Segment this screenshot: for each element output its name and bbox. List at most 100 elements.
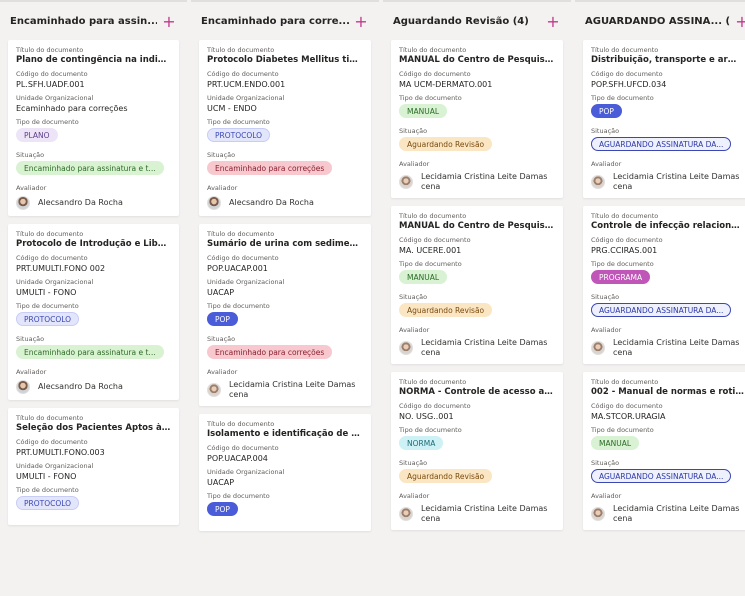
- document-type-tag: POP: [591, 104, 622, 118]
- org-unit-value: UMULTI - FONO: [16, 472, 77, 481]
- column-title: Aguardando Revisão (4): [393, 15, 529, 27]
- status-tag: Encaminhado para correções: [207, 345, 333, 359]
- document-title-label: Título do documento: [399, 46, 467, 54]
- org-unit-label: Unidade Organizacional: [16, 94, 94, 102]
- document-code-label: Código do documento: [207, 444, 279, 452]
- document-type-tag: PLANO: [16, 128, 58, 142]
- document-type-tag: MANUAL: [399, 104, 448, 118]
- document-card[interactable]: Título do documento Controle de infecção …: [583, 206, 745, 364]
- add-card-button[interactable]: +: [161, 12, 177, 31]
- org-unit-label: Unidade Organizacional: [207, 278, 285, 286]
- reviewer-name: Lecidamia Cristina Leite Damas cena: [421, 504, 548, 523]
- document-card[interactable]: Título do documento Seleção dos Pacientes…: [8, 408, 179, 525]
- document-type-tag: MANUAL: [399, 270, 448, 284]
- document-code-label: Código do documento: [399, 402, 471, 410]
- add-card-button[interactable]: +: [353, 12, 369, 31]
- document-card[interactable]: Título do documento Isolamento e identifi…: [199, 414, 371, 531]
- status-label: Situação: [591, 293, 620, 301]
- document-type-tag: PROTOCOLO: [207, 128, 271, 142]
- document-card[interactable]: Título do documento Protocolo Diabetes Me…: [199, 40, 371, 216]
- add-card-button[interactable]: +: [734, 12, 745, 31]
- card-list: Título do documento Plano de contingência…: [0, 40, 187, 533]
- document-code-label: Código do documento: [591, 70, 663, 78]
- reviewer-name: Lecidamia Cristina Leite Damas cena: [613, 504, 740, 523]
- document-type-label: Tipo de documento: [399, 426, 462, 434]
- kanban-column: Aguardando Revisão (4) + Título do documen…: [383, 0, 571, 596]
- document-title-label: Título do documento: [207, 46, 275, 54]
- reviewer-label: Avaliador: [399, 326, 430, 334]
- avatar: [399, 341, 413, 355]
- document-code-value: POP.UACAP.001: [207, 264, 268, 273]
- card-list: Título do documento Distribuição, transpo…: [575, 40, 745, 538]
- document-title-value: Controle de infecção relacionada ...: [591, 221, 744, 231]
- reviewer-name: Lecidamia Cristina Leite Damas cena: [229, 380, 356, 399]
- reviewer-label: Avaliador: [591, 492, 622, 500]
- document-code-value: PRT.UMULTI.FONO.003: [16, 448, 105, 457]
- status-label: Situação: [399, 293, 428, 301]
- org-unit-label: Unidade Organizacional: [207, 468, 285, 476]
- card-list: Título do documento MANUAL do Centro de P…: [383, 40, 571, 538]
- document-title-label: Título do documento: [399, 212, 467, 220]
- avatar: [207, 196, 221, 210]
- document-title-label: Título do documento: [207, 420, 275, 428]
- column-title: AGUARDANDO ASSINA... (7): [585, 15, 730, 27]
- reviewer: Lecidamia Cristina Leite Damas cena: [591, 504, 744, 524]
- document-code-value: MA.STCOR.URAGIA: [591, 412, 666, 421]
- document-code-value: NO. USG..001: [399, 412, 454, 421]
- reviewer: Alecsandro Da Rocha: [207, 196, 363, 210]
- document-card[interactable]: Título do documento 002 - Manual de norma…: [583, 372, 745, 530]
- document-card[interactable]: Título do documento Plano de contingência…: [8, 40, 179, 216]
- kanban-column: Encaminhado para corre... (43) + Título do…: [191, 0, 379, 596]
- document-code-value: PRT.UCM.ENDO.001: [207, 80, 286, 89]
- document-type-label: Tipo de documento: [16, 118, 79, 126]
- reviewer-label: Avaliador: [207, 184, 238, 192]
- status-label: Situação: [16, 151, 45, 159]
- reviewer-name: Lecidamia Cristina Leite Damas cena: [613, 338, 740, 357]
- document-type-label: Tipo de documento: [207, 302, 270, 310]
- document-card[interactable]: Título do documento MANUAL do Centro de P…: [391, 206, 563, 364]
- column-header: AGUARDANDO ASSINA... (7) +: [575, 0, 745, 40]
- document-title-value: 002 - Manual de normas e rotinas ...: [591, 387, 744, 397]
- document-type-label: Tipo de documento: [591, 426, 654, 434]
- document-card[interactable]: Título do documento Protocolo de Introduç…: [8, 224, 179, 400]
- document-type-label: Tipo de documento: [207, 118, 270, 126]
- status-tag: Aguardando Revisão: [399, 303, 493, 317]
- avatar: [207, 383, 221, 397]
- document-type-tag: PROTOCOLO: [16, 496, 80, 510]
- reviewer-label: Avaliador: [399, 492, 430, 500]
- status-tag: Aguardando Revisão: [399, 469, 493, 483]
- avatar: [399, 175, 413, 189]
- org-unit-label: Unidade Organizacional: [16, 462, 94, 470]
- document-type-tag: POP: [207, 502, 238, 516]
- reviewer: Lecidamia Cristina Leite Damas cena: [591, 172, 744, 192]
- document-title-value: Protocolo Diabetes Mellitus tipo 2: [207, 55, 363, 65]
- reviewer-label: Avaliador: [16, 184, 47, 192]
- status-tag: AGUARDANDO ASSINATURA DA...: [591, 469, 732, 483]
- document-code-label: Código do documento: [591, 402, 663, 410]
- document-title-value: Protocolo de Introdução e Liberaç...: [16, 239, 171, 249]
- document-title-value: Sumário de urina com sedimentos...: [207, 239, 363, 249]
- document-code-label: Código do documento: [399, 70, 471, 78]
- document-title-value: MANUAL do Centro de Pesquisa, ...: [399, 221, 555, 231]
- document-title-value: Plano de contingência na indispon...: [16, 55, 171, 65]
- document-card[interactable]: Título do documento MANUAL do Centro de P…: [391, 40, 563, 198]
- document-title-value: Seleção dos Pacientes Aptos à Cir...: [16, 423, 171, 433]
- document-code-label: Código do documento: [16, 438, 88, 446]
- reviewer: Alecsandro Da Rocha: [16, 196, 171, 210]
- add-card-button[interactable]: +: [545, 12, 561, 31]
- document-type-tag: PROTOCOLO: [16, 312, 80, 326]
- avatar: [399, 507, 413, 521]
- reviewer-name: Alecsandro Da Rocha: [38, 382, 123, 391]
- document-type-tag: PROGRAMA: [591, 270, 651, 284]
- document-card[interactable]: Título do documento Sumário de urina com …: [199, 224, 371, 406]
- avatar: [16, 196, 30, 210]
- document-title-value: Distribuição, transporte e armazen...: [591, 55, 744, 65]
- avatar: [591, 507, 605, 521]
- status-tag: Encaminhado para correções: [207, 161, 333, 175]
- reviewer: Lecidamia Cristina Leite Damas cena: [399, 504, 555, 524]
- status-label: Situação: [591, 459, 620, 467]
- document-type-label: Tipo de documento: [399, 260, 462, 268]
- document-card[interactable]: Título do documento NORMA - Controle de a…: [391, 372, 563, 530]
- document-type-tag: POP: [207, 312, 238, 326]
- document-card[interactable]: Título do documento Distribuição, transpo…: [583, 40, 745, 198]
